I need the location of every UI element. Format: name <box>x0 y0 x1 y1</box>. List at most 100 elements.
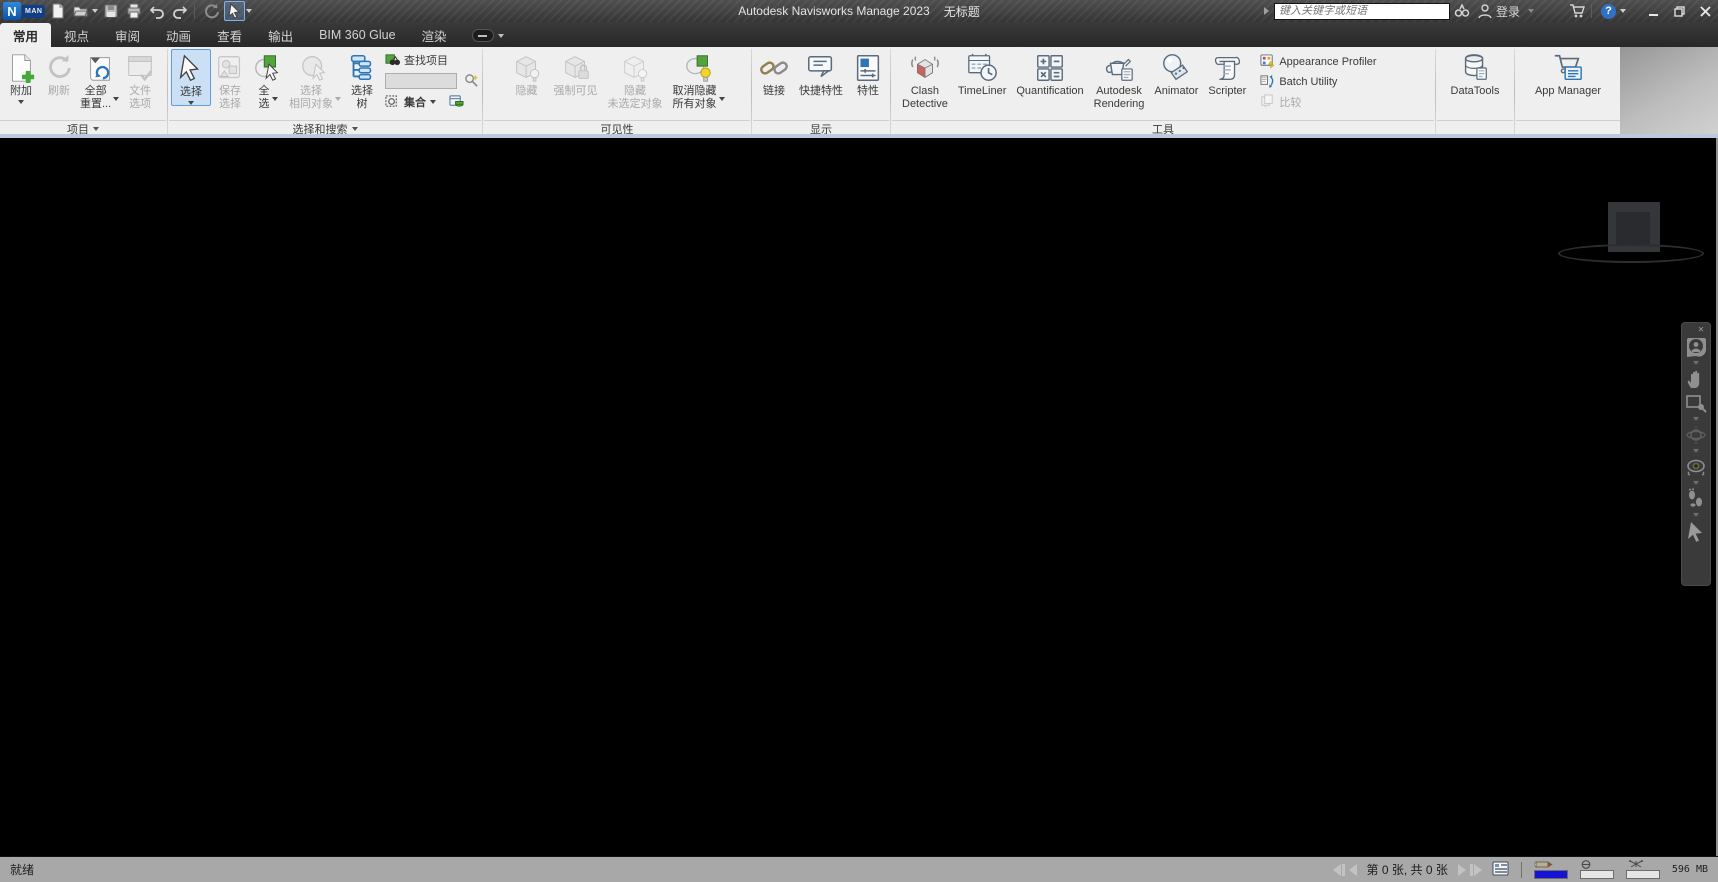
scene-viewport[interactable]: ✕ <box>0 138 1718 856</box>
refresh-button[interactable] <box>201 1 222 21</box>
unhide-all-dropdown[interactable] <box>719 97 725 101</box>
prev-sheet-button[interactable] <box>1349 864 1357 876</box>
navisworks-window: N MAN Autodesk Navisworks Manage <box>0 0 1718 882</box>
app-title: Autodesk Navisworks Manage 2023 <box>738 4 929 18</box>
sign-in-dropdown[interactable] <box>1528 9 1534 13</box>
redo-button[interactable] <box>169 1 190 21</box>
append-dropdown[interactable] <box>18 100 24 104</box>
timeliner-button[interactable]: TimeLiner <box>956 49 1009 98</box>
minimize-icon <box>1648 6 1659 17</box>
status-bar: 就绪 第 0 张, 共 0 张 <box>0 856 1718 882</box>
sheet-browser-button[interactable] <box>1492 861 1509 879</box>
links-button[interactable]: 链接 <box>755 49 793 98</box>
batch-utility-icon <box>1260 74 1275 89</box>
binoculars-search-icon <box>1454 3 1470 19</box>
quick-find-button[interactable] <box>461 72 481 90</box>
panel-display: 链接 快捷特性 特性 显示 <box>753 47 889 137</box>
zoom-dropdown[interactable] <box>1693 417 1699 421</box>
select-dropdown[interactable] <box>188 101 194 105</box>
orbit-dropdown[interactable] <box>1693 449 1699 453</box>
tab-view[interactable]: 查看 <box>204 23 255 47</box>
app-store-button[interactable] <box>1566 1 1587 21</box>
minimize-button[interactable] <box>1640 1 1666 21</box>
walk-dropdown[interactable] <box>1693 513 1699 517</box>
sets-dropdown[interactable]: 集合 <box>385 92 481 111</box>
open-file-dropdown[interactable] <box>92 9 98 13</box>
tab-viewpoint[interactable]: 视点 <box>51 23 102 47</box>
navbar-select-button[interactable] <box>1684 519 1708 543</box>
print-button[interactable] <box>123 1 144 21</box>
manage-sets-button[interactable] <box>446 93 466 111</box>
next-sheet-button[interactable] <box>1458 864 1466 876</box>
open-file-button[interactable] <box>70 1 91 21</box>
help-dropdown[interactable] <box>1620 9 1626 13</box>
first-sheet-button[interactable] <box>1333 864 1345 876</box>
panel-app-manager: App Manager <box>1516 47 1620 137</box>
hide-unselected-button: 隐藏 未选定对象 <box>606 49 665 111</box>
quick-find-icon <box>464 73 479 88</box>
web-progress-bar <box>1626 870 1660 879</box>
find-items-input[interactable] <box>385 73 457 89</box>
qat-customize-dropdown[interactable] <box>246 9 252 13</box>
tab-output[interactable]: 输出 <box>255 23 306 47</box>
tab-review[interactable]: 审阅 <box>102 23 153 47</box>
title-bar: N MAN Autodesk Navisworks Manage <box>0 0 1718 22</box>
tab-bim360glue[interactable]: BIM 360 Glue <box>306 23 408 47</box>
navisworks-logo-icon[interactable]: N <box>3 2 21 20</box>
wheel-dropdown[interactable] <box>1693 361 1699 365</box>
batch-utility-button[interactable]: Batch Utility <box>1260 72 1376 91</box>
scripter-button[interactable]: Scripter <box>1206 49 1248 98</box>
sign-in-label[interactable]: 登录 <box>1496 3 1520 20</box>
new-file-button[interactable] <box>47 1 68 21</box>
append-button[interactable]: 附加 <box>2 49 40 104</box>
appearance-profiler-button[interactable]: Appearance Profiler <box>1260 52 1376 71</box>
tab-render[interactable]: 渲染 <box>409 23 460 47</box>
quantification-button[interactable]: Quantification <box>1014 49 1085 98</box>
tab-animation[interactable]: 动画 <box>153 23 204 47</box>
help-button[interactable]: ? <box>1598 1 1619 21</box>
clash-detective-button[interactable]: Clash Detective <box>900 49 950 111</box>
ribbon-options-dropdown[interactable] <box>498 34 504 38</box>
select-tool-button[interactable] <box>224 1 245 21</box>
select-same-dropdown[interactable] <box>335 97 341 101</box>
walk-button[interactable] <box>1684 487 1708 511</box>
autodesk-rendering-button[interactable]: Autodesk Rendering <box>1092 49 1147 111</box>
tab-home[interactable]: 常用 <box>0 23 51 47</box>
sign-in-button[interactable] <box>1475 1 1496 21</box>
navigation-wheel-button[interactable] <box>1684 335 1708 359</box>
navigation-wheel-icon <box>1685 336 1707 358</box>
app-manager-button[interactable]: App Manager <box>1533 49 1603 98</box>
select-all-dropdown[interactable] <box>272 97 278 101</box>
close-button[interactable] <box>1692 1 1718 21</box>
search-button[interactable] <box>1452 1 1473 21</box>
look-dropdown[interactable] <box>1693 481 1699 485</box>
save-button[interactable] <box>100 1 121 21</box>
select-button[interactable]: 选择 <box>171 49 211 106</box>
refresh-icon <box>204 3 220 19</box>
last-sheet-button[interactable] <box>1470 864 1482 876</box>
document-title: 无标题 <box>944 3 980 20</box>
navbar-close-button[interactable]: ✕ <box>1695 325 1707 335</box>
quick-properties-button[interactable]: 快捷特性 <box>797 49 845 98</box>
reset-all-dropdown[interactable] <box>113 97 119 101</box>
save-selection-icon <box>214 52 246 84</box>
datatools-button[interactable]: DataTools <box>1449 49 1502 98</box>
search-input[interactable] <box>1274 3 1450 20</box>
restore-button[interactable] <box>1666 1 1692 21</box>
panel-select-search: 选择 保存 选择 全 选 <box>169 47 481 137</box>
animator-button[interactable]: Animator <box>1152 49 1200 98</box>
reset-all-button[interactable]: 全部 重置... <box>78 49 121 111</box>
infocenter-collapse-icon[interactable] <box>1264 7 1269 15</box>
properties-button[interactable]: 特性 <box>849 49 887 98</box>
statusbar-separator <box>1521 862 1522 878</box>
selection-tree-button[interactable]: 选择 树 <box>343 49 381 111</box>
pan-button[interactable] <box>1684 367 1708 391</box>
unhide-all-button[interactable]: 取消隐藏 所有对象 <box>671 49 727 111</box>
undo-button[interactable] <box>146 1 167 21</box>
look-around-button[interactable] <box>1684 455 1708 479</box>
ribbon-options-button[interactable] <box>472 29 494 42</box>
find-items-button[interactable]: 查找项目 <box>385 50 481 69</box>
orbit-button[interactable] <box>1684 423 1708 447</box>
select-all-button[interactable]: 全 选 <box>249 49 287 111</box>
zoom-window-button[interactable] <box>1684 391 1708 415</box>
